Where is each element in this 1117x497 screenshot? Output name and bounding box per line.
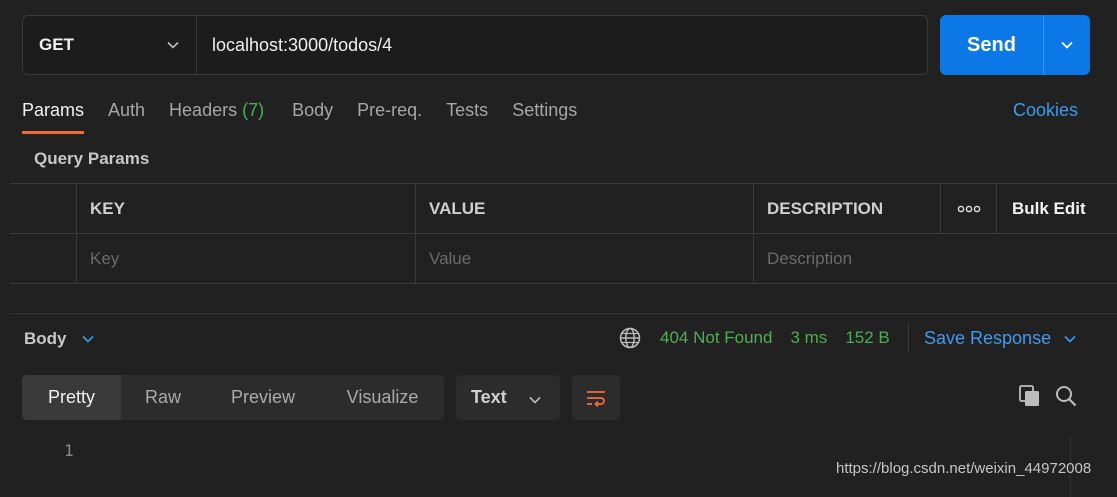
cookies-link[interactable]: Cookies — [1013, 100, 1078, 121]
chevron-down-icon — [167, 41, 179, 49]
tab-auth[interactable]: Auth — [108, 96, 145, 134]
chevron-down-icon — [1061, 41, 1073, 49]
value-input[interactable]: Value — [415, 234, 753, 284]
line-number: 1 — [64, 441, 74, 460]
wrap-lines-icon — [587, 390, 605, 407]
url-input[interactable]: localhost:3000/todos/4 — [197, 16, 927, 74]
bulk-edit-button[interactable]: Bulk Edit — [996, 184, 1117, 234]
tab-label: Headers — [169, 100, 238, 120]
save-response-button[interactable]: Save Response — [924, 328, 1077, 349]
method-label: GET — [39, 35, 74, 54]
divider — [10, 313, 1117, 314]
format-label: Text — [471, 387, 507, 407]
tab-label: Settings — [512, 100, 578, 120]
table-row: Key Value Description — [10, 234, 1117, 284]
method-select[interactable]: GET — [23, 16, 197, 74]
tab-body[interactable]: Body — [292, 96, 333, 134]
tab-label: Pre-req. — [357, 100, 423, 120]
save-response-label: Save Response — [924, 328, 1052, 348]
tab-label: Tests — [446, 100, 489, 120]
send-button-group: Send — [940, 15, 1090, 75]
watermark-url: https://blog.csdn.net/weixin_44972008 — [836, 460, 1092, 477]
watermark: https://blog.csdn.net/weixin_44972008 — [836, 460, 1091, 477]
tab-pre-request[interactable]: Pre-req. — [357, 96, 422, 134]
more-icon — [957, 205, 980, 213]
globe-icon[interactable] — [618, 326, 642, 350]
query-params-title: Query Params — [34, 149, 150, 168]
tab-tests[interactable]: Tests — [446, 96, 488, 134]
tab-raw[interactable]: Raw — [121, 375, 205, 420]
column-header-key: KEY — [76, 184, 415, 234]
chevron-down-icon — [1064, 335, 1076, 343]
send-button[interactable]: Send — [940, 15, 1043, 75]
tab-label: Params — [22, 100, 85, 120]
copy-icon[interactable] — [1018, 384, 1042, 408]
response-body-label: Body — [24, 329, 67, 348]
response-meta: 404 Not Found 3 ms 152 B — [660, 328, 890, 348]
tab-settings[interactable]: Settings — [512, 96, 577, 134]
tab-params[interactable]: Params — [22, 96, 85, 134]
url-text: localhost:3000/todos/4 — [212, 34, 393, 55]
wrap-lines-button[interactable] — [572, 375, 620, 420]
key-input[interactable]: Key — [76, 234, 415, 284]
status-code[interactable]: 404 Not Found — [660, 328, 772, 348]
send-options-button[interactable] — [1043, 15, 1090, 75]
more-options-button[interactable] — [940, 184, 996, 234]
tab-headers[interactable]: Headers (7) — [169, 96, 264, 134]
column-header-description: DESCRIPTION — [753, 184, 940, 234]
tab-label: Body — [292, 100, 334, 120]
tab-pretty[interactable]: Pretty — [22, 375, 121, 420]
url-bar: GET localhost:3000/todos/4 — [22, 15, 928, 75]
search-icon[interactable] — [1054, 384, 1078, 408]
tab-preview[interactable]: Preview — [205, 375, 321, 420]
params-table: KEY VALUE DESCRIPTION Bulk Edit Key Valu… — [10, 183, 1117, 284]
response-view-tabs: Pretty Raw Preview Visualize — [22, 375, 444, 420]
column-header-value: VALUE — [415, 184, 753, 234]
headers-count-badge: (7) — [242, 100, 265, 120]
chevron-down-icon — [529, 396, 541, 404]
response-time[interactable]: 3 ms — [790, 328, 827, 348]
format-select[interactable]: Text — [456, 375, 560, 420]
tab-label: Auth — [108, 100, 146, 120]
response-body-dropdown[interactable]: Body — [24, 329, 95, 349]
response-size[interactable]: 152 B — [845, 328, 889, 348]
chevron-down-icon — [81, 335, 94, 343]
request-tabs: Params Auth Headers (7) Body Pre-req. Te… — [22, 96, 601, 136]
tab-visualize[interactable]: Visualize — [321, 375, 444, 420]
divider — [908, 323, 909, 353]
description-input[interactable]: Description — [753, 234, 1117, 284]
table-header-row: KEY VALUE DESCRIPTION Bulk Edit — [10, 184, 1117, 234]
